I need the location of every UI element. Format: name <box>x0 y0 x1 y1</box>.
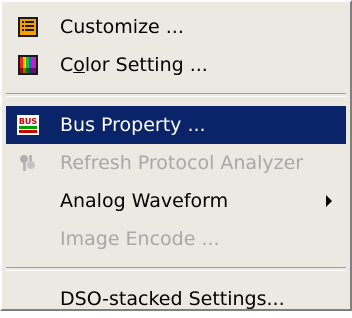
menu-item-label: Bus Property ... <box>60 114 206 136</box>
submenu-arrow-icon <box>326 195 332 207</box>
menu-item-label: Refresh Protocol Analyzer <box>60 152 304 174</box>
menu-item-label: Analog Waveform <box>60 190 229 212</box>
menu-item-label: Customize ... <box>60 16 184 38</box>
menu-item-color-setting[interactable]: Color Setting ... <box>6 46 346 84</box>
refresh-protocol-icon <box>10 144 46 182</box>
menu-item-dso-stacked-settings[interactable]: DSO-stacked Settings... <box>6 280 346 318</box>
menu-item-label: Image Encode ... <box>60 228 220 250</box>
menu-item-image-encode[interactable]: Image Encode ... <box>6 220 346 258</box>
menu-separator <box>6 93 346 97</box>
bus-icon-text: BUS <box>19 117 38 126</box>
menu-separator <box>6 267 346 271</box>
menu-item-analog-waveform[interactable]: Analog Waveform <box>6 182 346 220</box>
menu-item-refresh-protocol-analyzer[interactable]: Refresh Protocol Analyzer <box>6 144 346 182</box>
context-menu: Customize ... Color Setting ... BUS Bus … <box>0 0 352 311</box>
customize-icon <box>10 8 46 46</box>
color-setting-icon <box>10 46 46 84</box>
menu-item-customize[interactable]: Customize ... <box>6 8 346 46</box>
menu-item-mnemonic: o <box>73 54 85 76</box>
menu-item-label-prefix: C <box>60 54 74 76</box>
menu-item-label: DSO-stacked Settings... <box>60 288 285 310</box>
bus-property-icon: BUS <box>10 106 46 144</box>
menu-item-label-suffix: lor Setting ... <box>84 54 208 76</box>
menu-item-bus-property[interactable]: BUS Bus Property ... <box>6 106 346 144</box>
